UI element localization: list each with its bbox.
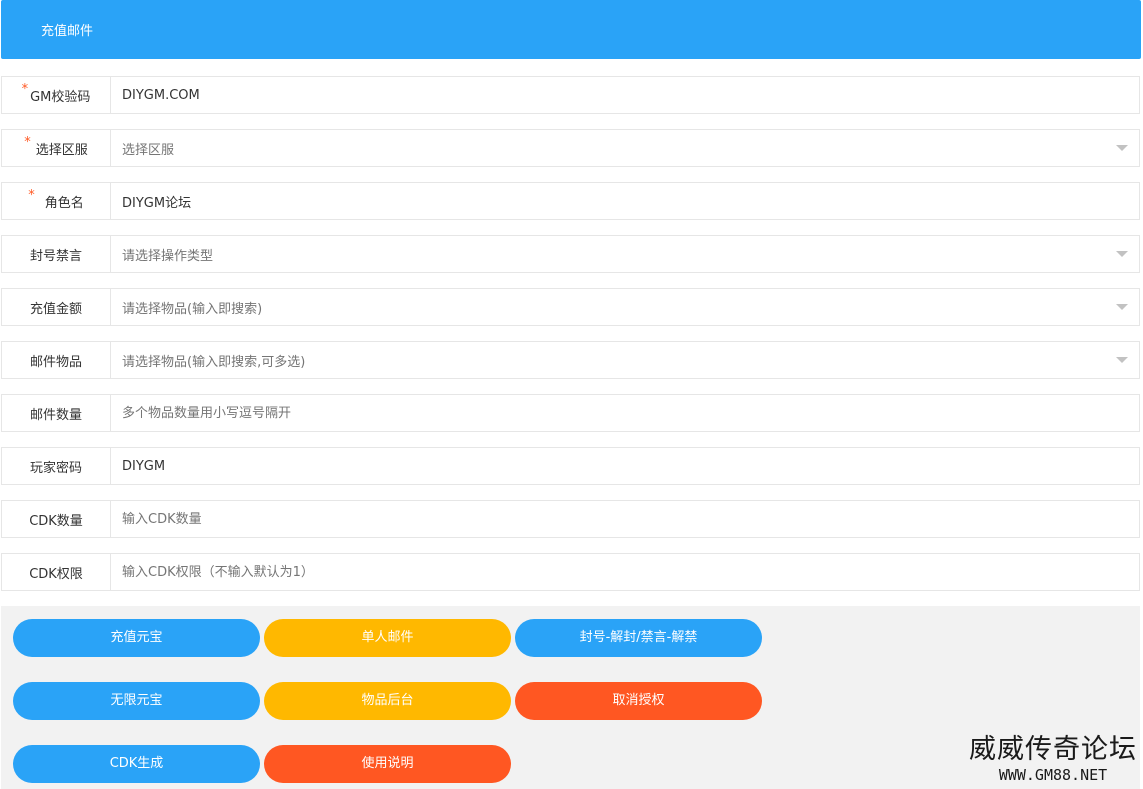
cdk-count-label: CDK数量 [2, 501, 111, 537]
form-row-recharge-amount[interactable]: 充值金额 请选择物品(输入即搜索) [1, 288, 1140, 326]
recharge-amount-label: 充值金额 [2, 289, 111, 325]
server-select[interactable]: 选择区服 [122, 130, 174, 166]
chevron-down-icon[interactable] [1116, 304, 1128, 310]
watermark-url: WWW.GM88.NET [998, 766, 1108, 784]
instructions-button[interactable]: 使用说明 [264, 745, 511, 783]
mail-items-select[interactable]: 请选择物品(输入即搜索,可多选) [122, 342, 305, 378]
gm-code-label: * GM校验码 [2, 77, 111, 113]
single-mail-button[interactable]: 单人邮件 [264, 619, 511, 657]
recharge-yuanbao-button[interactable]: 充值元宝 [13, 619, 260, 657]
server-label: * 选择区服 [2, 130, 111, 166]
ban-unban-button[interactable]: 封号-解封/禁言-解禁 [515, 619, 762, 657]
form-row-cdk-count: CDK数量 [1, 500, 1140, 538]
required-mark: * [24, 134, 31, 150]
item-backend-button[interactable]: 物品后台 [264, 682, 511, 720]
role-name-label: * 角色名 [2, 183, 111, 219]
form-row-mail-quantity: 邮件数量 [1, 394, 1140, 432]
watermark-logo: 威威传奇论坛 WWW.GM88.NET [969, 734, 1137, 784]
recharge-amount-select[interactable]: 请选择物品(输入即搜索) [122, 289, 262, 325]
player-password-label: 玩家密码 [2, 448, 111, 484]
mail-quantity-input[interactable] [112, 395, 1139, 431]
cdk-permission-label: CDK权限 [2, 554, 111, 590]
form-row-ban-mute[interactable]: 封号禁言 请选择操作类型 [1, 235, 1140, 273]
form-row-server[interactable]: * 选择区服 选择区服 [1, 129, 1140, 167]
cdk-count-input[interactable] [112, 501, 1139, 537]
page-title: 充值邮件 [41, 24, 94, 39]
form-row-gm-code: * GM校验码 [1, 76, 1140, 114]
page-header: 充值邮件 [1, 0, 1141, 59]
ban-mute-select[interactable]: 请选择操作类型 [122, 236, 213, 272]
cdk-permission-input[interactable] [112, 554, 1139, 590]
required-mark: * [28, 187, 35, 203]
form-row-player-password: 玩家密码 [1, 447, 1140, 485]
chevron-down-icon[interactable] [1116, 145, 1128, 151]
unlimited-yuanbao-button[interactable]: 无限元宝 [13, 682, 260, 720]
gm-code-input[interactable] [112, 77, 1139, 113]
watermark-main-text: 威威传奇论坛 [969, 734, 1137, 765]
ban-mute-label: 封号禁言 [2, 236, 111, 272]
role-name-input[interactable] [112, 183, 1139, 219]
form-row-cdk-permission: CDK权限 [1, 553, 1140, 591]
player-password-input[interactable] [112, 448, 1139, 484]
chevron-down-icon[interactable] [1116, 357, 1128, 363]
cancel-auth-button[interactable]: 取消授权 [515, 682, 762, 720]
required-mark: * [21, 81, 29, 97]
mail-quantity-label: 邮件数量 [2, 395, 111, 431]
form-row-mail-items[interactable]: 邮件物品 请选择物品(输入即搜索,可多选) [1, 341, 1140, 379]
cdk-generate-button[interactable]: CDK生成 [13, 745, 260, 783]
form-row-role-name: * 角色名 [1, 182, 1140, 220]
chevron-down-icon[interactable] [1116, 251, 1128, 257]
mail-items-label: 邮件物品 [2, 342, 111, 378]
